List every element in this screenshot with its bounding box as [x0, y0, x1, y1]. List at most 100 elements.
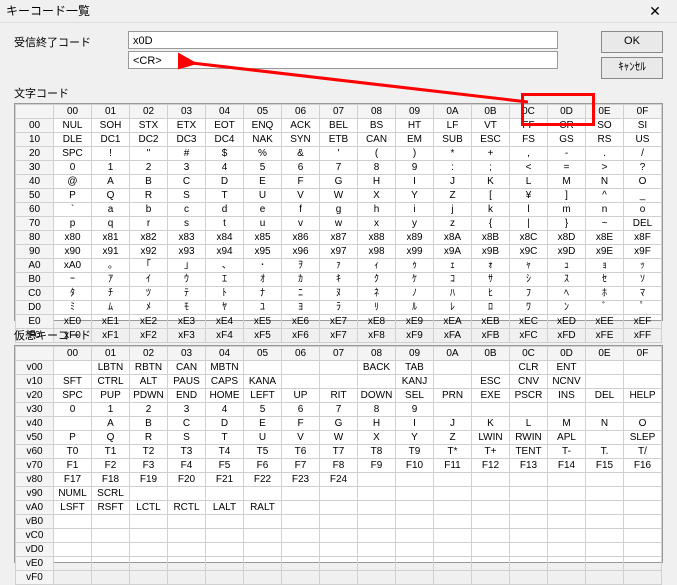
vkey-cell[interactable]: T3 — [168, 445, 206, 459]
char-cell[interactable]: 2 — [130, 161, 168, 175]
vkey-cell[interactable]: 6 — [282, 403, 320, 417]
vkey-cell[interactable] — [130, 557, 168, 571]
vkey-cell[interactable] — [624, 403, 662, 417]
char-cell[interactable]: [ — [472, 189, 510, 203]
char-cell[interactable]: x99 — [396, 245, 434, 259]
vkey-cell[interactable]: 1 — [92, 403, 130, 417]
char-cell[interactable]: RS — [586, 133, 624, 147]
char-cell[interactable]: a — [92, 203, 130, 217]
vkey-cell[interactable]: F20 — [168, 473, 206, 487]
char-cell[interactable]: ? — [624, 161, 662, 175]
vkey-cell[interactable] — [206, 571, 244, 585]
vkey-cell[interactable] — [282, 515, 320, 529]
char-cell[interactable]: DC1 — [92, 133, 130, 147]
char-cell[interactable]: ^ — [586, 189, 624, 203]
vkey-cell[interactable] — [624, 571, 662, 585]
char-cell[interactable]: ﾝ — [548, 301, 586, 315]
char-cell[interactable]: ｭ — [548, 259, 586, 273]
char-cell[interactable]: ﾉ — [396, 287, 434, 301]
vkey-cell[interactable]: 2 — [130, 403, 168, 417]
char-cell[interactable]: = — [548, 161, 586, 175]
close-icon[interactable]: ✕ — [639, 1, 671, 21]
vkey-cell[interactable]: PSCR — [510, 389, 548, 403]
vkey-cell[interactable] — [320, 487, 358, 501]
char-cell[interactable]: 4 — [206, 161, 244, 175]
char-cell[interactable]: ' — [320, 147, 358, 161]
char-cell[interactable]: CAN — [358, 133, 396, 147]
vkey-cell[interactable]: CAN — [168, 361, 206, 375]
char-cell[interactable]: F — [282, 175, 320, 189]
char-cell[interactable]: E — [244, 175, 282, 189]
vkey-cell[interactable]: CAPS — [206, 375, 244, 389]
char-cell[interactable]: x94 — [206, 245, 244, 259]
char-cell[interactable]: ｶ — [282, 273, 320, 287]
vkey-cell[interactable] — [92, 515, 130, 529]
char-cell[interactable]: v — [282, 217, 320, 231]
char-cell[interactable]: > — [586, 161, 624, 175]
vkey-cell[interactable] — [434, 361, 472, 375]
char-cell[interactable]: " — [130, 147, 168, 161]
vkey-cell[interactable]: T7 — [320, 445, 358, 459]
char-cell[interactable]: % — [244, 147, 282, 161]
vkey-cell[interactable]: W — [320, 431, 358, 445]
vkey-cell[interactable]: SCRL — [92, 487, 130, 501]
vkey-cell[interactable]: T6 — [282, 445, 320, 459]
char-cell[interactable]: < — [510, 161, 548, 175]
vkey-cell[interactable] — [510, 487, 548, 501]
char-cell[interactable]: + — [472, 147, 510, 161]
vkey-cell[interactable]: CLR — [510, 361, 548, 375]
char-cell[interactable]: l — [510, 203, 548, 217]
vkey-cell[interactable]: DOWN — [358, 389, 396, 403]
char-cell[interactable]: ｹ — [396, 273, 434, 287]
char-cell[interactable]: x8A — [434, 231, 472, 245]
vkey-cell[interactable] — [434, 557, 472, 571]
vkey-cell[interactable] — [130, 487, 168, 501]
vkey-cell[interactable]: PUP — [92, 389, 130, 403]
char-cell[interactable]: ﾕ — [244, 301, 282, 315]
vkey-cell[interactable]: S — [168, 431, 206, 445]
char-cell[interactable]: ﾌ — [510, 287, 548, 301]
vkey-cell[interactable]: PRN — [434, 389, 472, 403]
char-cell[interactable]: ｮ — [586, 259, 624, 273]
char-cell[interactable]: I — [396, 175, 434, 189]
vkey-cell[interactable]: F18 — [92, 473, 130, 487]
char-cell[interactable]: ｷ — [320, 273, 358, 287]
vkey-cell[interactable] — [396, 571, 434, 585]
cancel-button[interactable]: ｷｬﾝｾﾙ — [601, 57, 663, 79]
char-code-grid[interactable]: 000102030405060708090A0B0C0D0E0F00NULSOH… — [14, 103, 663, 321]
vkey-cell[interactable] — [472, 487, 510, 501]
vkey-cell[interactable] — [358, 487, 396, 501]
vkey-cell[interactable]: RCTL — [168, 501, 206, 515]
vkey-cell[interactable] — [358, 515, 396, 529]
vkey-cell[interactable]: 7 — [320, 403, 358, 417]
char-cell[interactable]: 5 — [244, 161, 282, 175]
vkey-cell[interactable] — [510, 473, 548, 487]
char-cell[interactable]: CR — [548, 119, 586, 133]
vkey-cell[interactable] — [434, 375, 472, 389]
char-cell[interactable]: EOT — [206, 119, 244, 133]
vkey-cell[interactable] — [320, 543, 358, 557]
vkey-cell[interactable] — [130, 515, 168, 529]
char-cell[interactable]: Z — [434, 189, 472, 203]
char-cell[interactable]: x8D — [548, 231, 586, 245]
char-cell[interactable]: f — [282, 203, 320, 217]
vkey-cell[interactable]: U — [244, 431, 282, 445]
char-cell[interactable]: ; — [472, 161, 510, 175]
char-cell[interactable]: x8E — [586, 231, 624, 245]
char-cell[interactable]: x81 — [92, 231, 130, 245]
vkey-cell[interactable]: T — [206, 431, 244, 445]
char-cell[interactable]: O — [624, 175, 662, 189]
char-cell[interactable]: x8F — [624, 231, 662, 245]
vkey-cell[interactable]: KANJ — [396, 375, 434, 389]
vkey-cell[interactable] — [358, 473, 396, 487]
char-cell[interactable]: VT — [472, 119, 510, 133]
vkey-cell[interactable] — [244, 361, 282, 375]
char-cell[interactable]: x85 — [244, 231, 282, 245]
char-cell[interactable]: P — [54, 189, 92, 203]
vkey-cell[interactable] — [510, 571, 548, 585]
vkey-cell[interactable] — [130, 571, 168, 585]
char-cell[interactable]: ｿ — [624, 273, 662, 287]
vkey-cell[interactable] — [548, 543, 586, 557]
char-cell[interactable]: ｽ — [548, 273, 586, 287]
char-cell[interactable]: A — [92, 175, 130, 189]
